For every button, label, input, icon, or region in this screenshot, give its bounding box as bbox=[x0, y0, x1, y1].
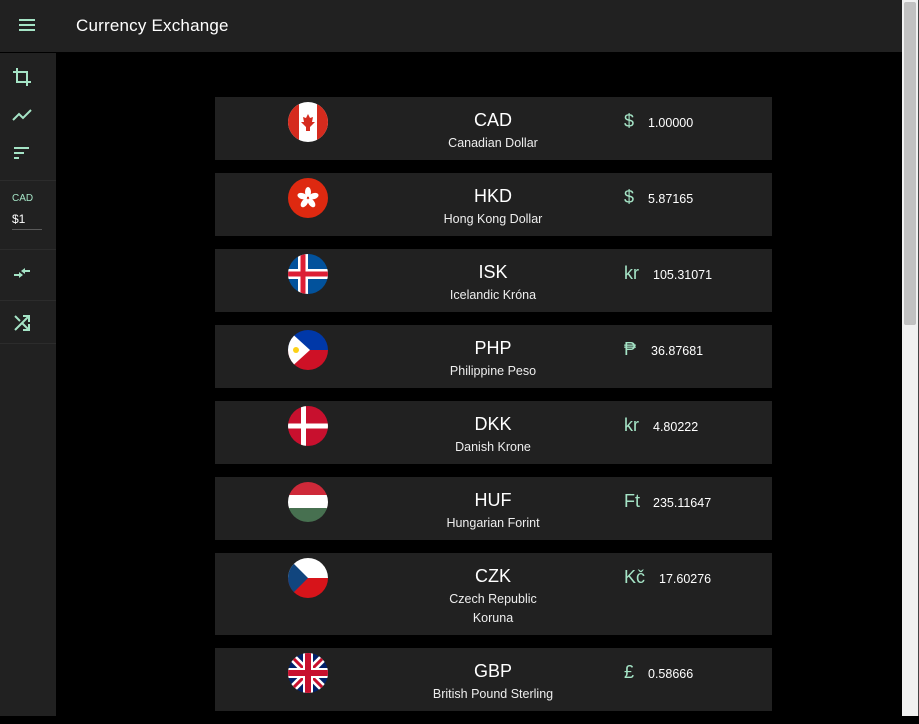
currency-list: CAD Canadian Dollar $ 1.00000 HKD Hong K… bbox=[215, 97, 772, 724]
czech-flag-icon bbox=[288, 558, 328, 598]
currency-symbol: kr bbox=[624, 415, 639, 435]
currency-code: GBP bbox=[473, 661, 512, 681]
divider bbox=[0, 249, 56, 250]
currency-name: Danish Krone bbox=[455, 440, 531, 454]
canada-flag-icon bbox=[288, 102, 328, 142]
crop-button[interactable] bbox=[0, 59, 56, 95]
currency-code: CAD bbox=[473, 110, 512, 130]
exchange-rate: 4.80222 bbox=[653, 420, 699, 434]
currency-code: HUF bbox=[474, 490, 512, 510]
vertical-scrollbar[interactable] bbox=[902, 0, 919, 716]
exchange-rate: 17.60276 bbox=[659, 572, 712, 586]
currency-name: Czech Republic Koruna bbox=[449, 592, 537, 625]
currency-symbol: Ft bbox=[624, 491, 640, 511]
currency-symbol: Kč bbox=[624, 567, 646, 587]
currency-name: Philippine Peso bbox=[449, 364, 537, 378]
currency-code: DKK bbox=[474, 414, 512, 434]
currency-card-hkd[interactable]: HKD Hong Kong Dollar $ 5.87165 bbox=[215, 173, 772, 236]
currency-name: British Pound Sterling bbox=[432, 687, 554, 701]
currency-name: Canadian Dollar bbox=[448, 136, 538, 150]
currency-name: Hong Kong Dollar bbox=[443, 212, 543, 226]
hong-kong-flag-icon bbox=[288, 178, 328, 218]
scrollbar-thumb[interactable] bbox=[904, 2, 916, 325]
exchange-rate: 105.31071 bbox=[653, 268, 713, 282]
denmark-flag-icon bbox=[288, 406, 328, 446]
currency-card-dkk[interactable]: DKK Danish Krone kr 4.80222 bbox=[215, 401, 772, 464]
swap-button[interactable] bbox=[0, 255, 56, 291]
iceland-flag-icon bbox=[288, 254, 328, 294]
exchange-rate: 235.11647 bbox=[653, 496, 712, 510]
hungary-flag-icon bbox=[288, 482, 328, 522]
currency-name: Hungarian Forint bbox=[446, 516, 540, 530]
currency-symbol: ₱ bbox=[624, 339, 637, 359]
exchange-rate: 1.00000 bbox=[648, 116, 694, 130]
crop-icon bbox=[13, 68, 31, 86]
currency-card-huf[interactable]: HUF Hungarian Forint Ft 235.11647 bbox=[215, 477, 772, 540]
divider bbox=[0, 300, 56, 301]
philippines-flag-icon bbox=[288, 330, 328, 370]
menu-icon bbox=[19, 19, 35, 31]
sidebar: CAD bbox=[0, 53, 56, 716]
shuffle-icon bbox=[14, 315, 30, 331]
currency-code: ISK bbox=[478, 262, 508, 282]
trending-up-icon bbox=[12, 109, 32, 121]
shuffle-button[interactable] bbox=[0, 305, 56, 341]
currency-code: HKD bbox=[473, 186, 512, 206]
exchange-rate: 0.58666 bbox=[648, 667, 694, 681]
currency-code: CZK bbox=[475, 566, 511, 586]
currency-symbol: kr bbox=[624, 263, 639, 283]
currency-name: Icelandic Króna bbox=[449, 288, 537, 302]
currency-card-php[interactable]: PHP Philippine Peso ₱ 36.87681 bbox=[215, 325, 772, 388]
sort-icon bbox=[14, 147, 29, 159]
trend-chart-button[interactable] bbox=[0, 97, 56, 133]
page-title: Currency Exchange bbox=[76, 16, 229, 35]
sort-button[interactable] bbox=[0, 135, 56, 171]
menu-button[interactable] bbox=[10, 16, 44, 38]
currency-card-gbp[interactable]: GBP British Pound Sterling £ 0.58666 bbox=[215, 648, 772, 711]
currency-card-cad[interactable]: CAD Canadian Dollar $ 1.00000 bbox=[215, 97, 772, 160]
currency-card-isk[interactable]: ISK Icelandic Króna kr 105.31071 bbox=[215, 249, 772, 312]
divider bbox=[0, 343, 56, 344]
base-currency-label: CAD bbox=[12, 193, 34, 204]
currency-symbol: £ bbox=[624, 662, 635, 682]
app-bar: Currency Exchange bbox=[0, 0, 902, 53]
currency-symbol: $ bbox=[624, 111, 635, 131]
swap-icon bbox=[14, 268, 30, 278]
exchange-rate: 5.87165 bbox=[648, 192, 694, 206]
currency-card-czk[interactable]: CZK Czech Republic Koruna Kč 17.60276 bbox=[215, 553, 772, 635]
exchange-rate: 36.87681 bbox=[651, 344, 704, 358]
divider bbox=[0, 180, 56, 181]
currency-code: PHP bbox=[474, 338, 512, 358]
amount-input[interactable] bbox=[12, 209, 42, 230]
united-kingdom-flag-icon bbox=[288, 653, 328, 693]
currency-symbol: $ bbox=[624, 187, 635, 207]
